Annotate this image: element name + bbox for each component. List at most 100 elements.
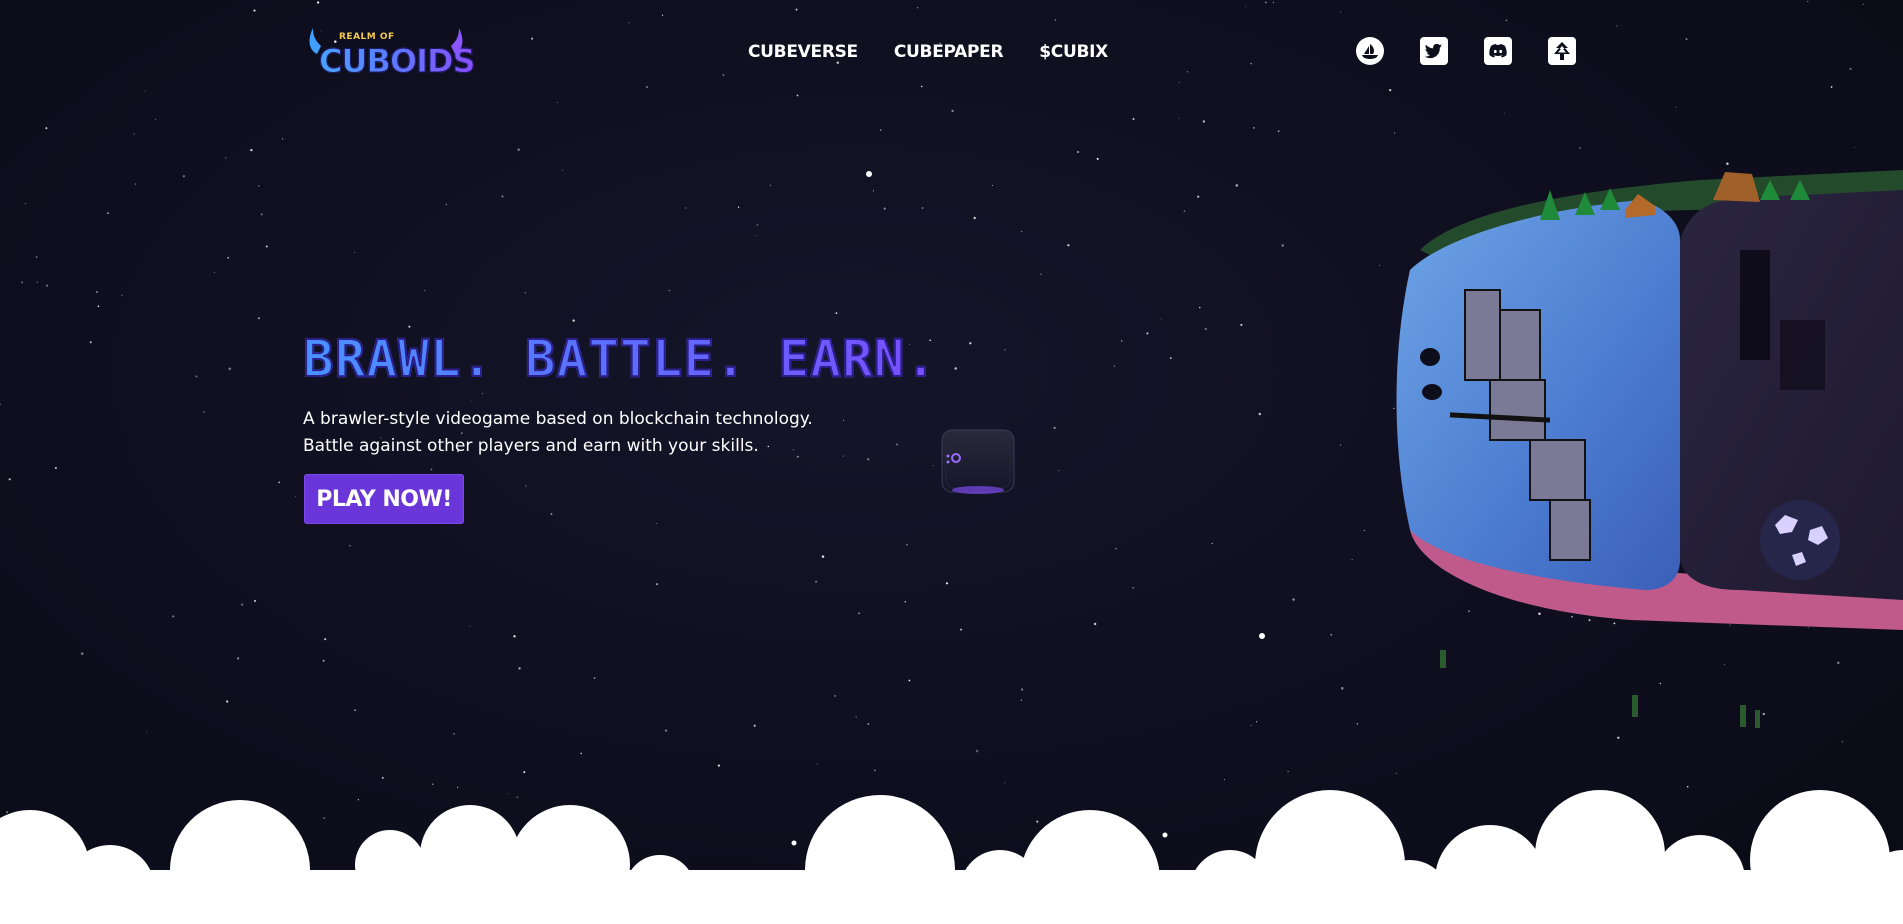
- star: [21, 281, 24, 284]
- bright-star: [866, 171, 872, 177]
- star: [867, 723, 870, 725]
- star: [1292, 598, 1295, 601]
- star: [172, 615, 175, 618]
- star: [855, 716, 857, 718]
- star: [1067, 244, 1070, 247]
- star: [556, 102, 559, 104]
- discord-icon[interactable]: [1483, 36, 1513, 66]
- star: [453, 732, 455, 735]
- star: [895, 443, 899, 446]
- star: [795, 8, 798, 11]
- main-nav: CUBEVERSE CUBEPAPER $CUBIX: [748, 42, 1108, 62]
- twitter-icon[interactable]: [1419, 36, 1449, 66]
- star: [550, 513, 553, 515]
- star: [1240, 323, 1243, 326]
- star: [424, 290, 426, 292]
- star: [945, 582, 949, 585]
- star: [1340, 11, 1342, 13]
- star: [1004, 782, 1006, 784]
- star: [1096, 157, 1099, 160]
- linktree-icon[interactable]: [1547, 36, 1577, 66]
- star: [121, 294, 123, 296]
- star: [1178, 82, 1180, 83]
- star: [561, 170, 563, 171]
- play-now-button[interactable]: PLAY NOW!: [304, 474, 464, 524]
- opensea-icon[interactable]: [1355, 36, 1385, 66]
- star: [628, 22, 630, 24]
- star: [1186, 70, 1189, 73]
- page: REALM OF CUBOIDS CUBEVERSE CUBEPAPER $CU…: [0, 0, 1903, 924]
- star: [1685, 38, 1688, 41]
- star: [254, 599, 256, 602]
- star: [883, 207, 886, 210]
- star: [866, 458, 870, 461]
- cloud-puff: [1435, 825, 1545, 924]
- star: [1114, 365, 1116, 367]
- star: [25, 203, 27, 205]
- star: [430, 468, 433, 471]
- star: [1277, 130, 1280, 133]
- star: [513, 635, 516, 638]
- star: [1235, 184, 1239, 187]
- hero-description-line-1: A brawler-style videogame based on block…: [303, 409, 813, 429]
- hero-description: A brawler-style videogame based on block…: [303, 406, 813, 460]
- star: [1183, 210, 1186, 212]
- star: [908, 679, 911, 682]
- star: [1132, 117, 1135, 121]
- horn-right-icon: [451, 28, 463, 54]
- star: [144, 90, 146, 92]
- star: [756, 223, 759, 226]
- star: [517, 148, 520, 151]
- star: [1204, 327, 1207, 331]
- star: [456, 786, 459, 789]
- star: [1058, 470, 1060, 472]
- star: [471, 400, 473, 402]
- star: [278, 481, 281, 484]
- star: [737, 206, 740, 208]
- star: [1202, 120, 1206, 123]
- star: [431, 783, 434, 785]
- cloud-puff: [1020, 810, 1160, 924]
- star: [134, 183, 136, 185]
- star: [815, 580, 818, 583]
- star: [917, 7, 919, 9]
- star: [1054, 19, 1056, 21]
- star: [260, 213, 263, 216]
- star: [1160, 318, 1162, 320]
- star: [969, 342, 972, 345]
- floating-cube-image: [941, 429, 1015, 494]
- star: [1830, 86, 1833, 88]
- star: [469, 625, 471, 627]
- star: [906, 543, 908, 546]
- star: [954, 367, 957, 370]
- star: [842, 419, 844, 421]
- star: [54, 466, 57, 469]
- star: [1854, 146, 1856, 149]
- star: [295, 496, 297, 497]
- star: [1224, 779, 1225, 780]
- star: [1616, 25, 1618, 27]
- logo[interactable]: REALM OF CUBOIDS: [303, 24, 476, 84]
- star: [240, 603, 244, 606]
- nav-link-cubepaper[interactable]: CUBEPAPER: [894, 42, 1004, 62]
- star: [796, 94, 799, 97]
- cloud-puff: [805, 795, 955, 924]
- star: [1076, 150, 1080, 154]
- star: [973, 216, 976, 220]
- star: [45, 127, 48, 130]
- star: [213, 271, 215, 273]
- clouds-decoration: [0, 790, 1903, 924]
- star: [324, 638, 327, 641]
- star: [1281, 244, 1284, 247]
- star: [661, 14, 664, 16]
- star: [531, 37, 534, 40]
- star: [645, 85, 648, 89]
- star: [921, 207, 924, 209]
- star: [1020, 688, 1024, 691]
- star: [932, 465, 934, 466]
- nav-link-cubix[interactable]: $CUBIX: [1039, 42, 1108, 62]
- nav-link-cubeverse[interactable]: CUBEVERSE: [748, 42, 858, 62]
- star: [1363, 529, 1366, 532]
- star: [89, 341, 92, 344]
- star: [354, 709, 356, 712]
